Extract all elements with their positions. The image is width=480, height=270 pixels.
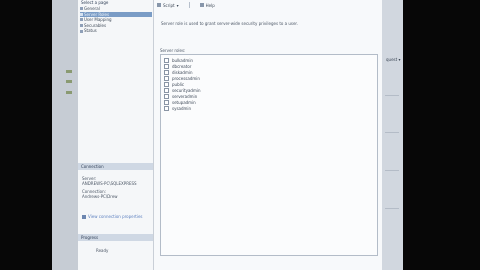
progress-header: Progress	[78, 234, 153, 241]
help-button[interactable]: Help	[199, 2, 215, 8]
connection-value: Andrews-PC\Drew	[82, 194, 118, 199]
script-button[interactable]: Script ▾	[157, 3, 179, 8]
script-label: Script	[163, 2, 175, 8]
properties-icon	[82, 214, 86, 219]
page-icon	[80, 7, 83, 11]
script-icon	[157, 3, 161, 7]
page-item-label: Securables	[84, 22, 107, 28]
server-roles-page: Script ▾ Help Server role is used to gra…	[154, 0, 382, 270]
role-checkbox[interactable]	[164, 69, 169, 75]
page-item-label: Server Roles	[84, 11, 110, 17]
role-checkbox[interactable]	[164, 63, 169, 69]
connection-header: Connection	[78, 163, 153, 170]
role-label: sysadmin	[172, 105, 192, 111]
role-checkbox[interactable]	[164, 87, 169, 93]
role-label: dbcreator	[172, 63, 192, 69]
role-checkbox[interactable]	[164, 57, 169, 63]
page-icon	[80, 24, 83, 28]
page-selector-pane: Select a page General Server Roles User Ma…	[78, 0, 154, 270]
divider	[385, 208, 399, 209]
tree-node-icon	[66, 91, 72, 94]
help-label: Help	[205, 2, 215, 8]
monitor-screen: Select a page General Server Roles User Ma…	[52, 0, 403, 270]
view-connection-properties-link[interactable]: View connection properties	[82, 214, 143, 219]
role-label: bulkadmin	[172, 57, 193, 63]
role-checkbox[interactable]	[164, 93, 169, 99]
view-connection-properties-label: View connection properties	[88, 214, 143, 219]
role-label: processadmin	[172, 75, 200, 81]
page-item-status[interactable]: Status	[80, 28, 152, 34]
divider	[385, 132, 399, 133]
dialog-toolbar: Script ▾ Help	[157, 1, 215, 9]
tree-node-icon	[66, 70, 72, 73]
page-icon	[80, 18, 83, 22]
login-properties-dialog: Select a page General Server Roles User Ma…	[78, 0, 384, 270]
server-roles-list: bulkadmin dbcreator diskadmin processadmin p…	[160, 54, 378, 256]
object-explorer-background	[52, 0, 78, 270]
role-checkbox[interactable]	[164, 99, 169, 105]
role-label: public	[172, 81, 185, 87]
tree-node-icon	[66, 80, 72, 83]
role-checkbox[interactable]	[164, 105, 169, 111]
server-roles-label: Server roles:	[160, 48, 186, 53]
divider	[385, 170, 399, 171]
role-checkbox[interactable]	[164, 81, 169, 87]
help-icon	[199, 3, 204, 7]
background-dropdown: quest ▾	[386, 57, 401, 62]
page-item-label: Status	[84, 28, 97, 34]
page-icon	[80, 29, 83, 33]
role-label: serveradmin	[172, 93, 198, 99]
role-checkbox[interactable]	[164, 75, 169, 81]
toolbar-divider	[188, 2, 190, 8]
connection-info: Server: ANDREWS-PC\SQLEXPRESS Connection…	[82, 176, 152, 199]
role-item-sysadmin[interactable]: sysadmin	[161, 105, 377, 111]
role-label: setupadmin	[172, 99, 196, 105]
background-window-right: quest ▾	[382, 0, 403, 270]
page-icon	[80, 12, 83, 16]
chevron-down-icon: ▾	[176, 2, 179, 8]
page-item-label: User Mapping	[84, 17, 112, 23]
page-list: General Server Roles User Mapping Securable…	[80, 6, 152, 34]
progress-status: Ready	[96, 248, 109, 253]
page-item-label: General	[84, 6, 100, 11]
divider	[385, 95, 399, 96]
server-role-description: Server role is used to grant server-wide…	[161, 21, 298, 26]
role-label: diskadmin	[172, 69, 193, 75]
select-page-title: Select a page	[81, 0, 109, 5]
role-label: securityadmin	[172, 87, 201, 93]
